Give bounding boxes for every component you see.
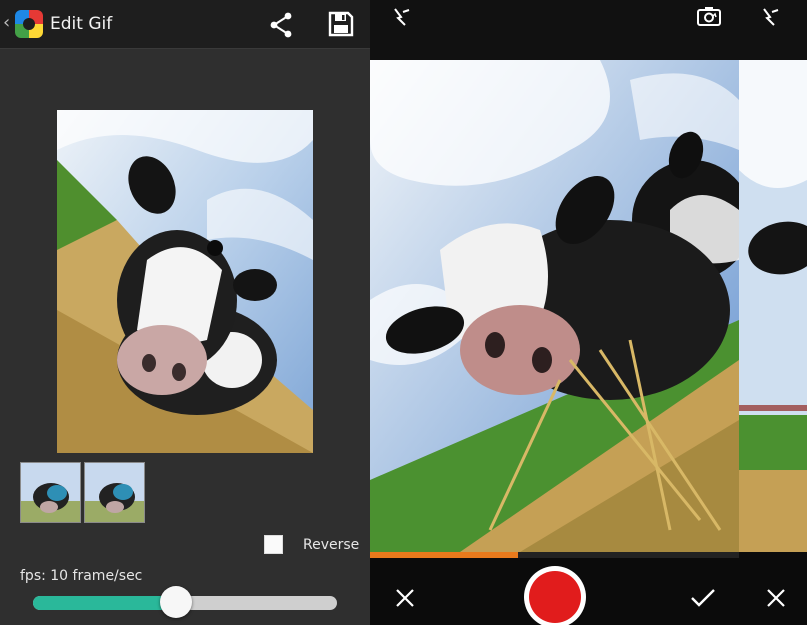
cow-viewfinder-photo xyxy=(370,60,739,552)
switch-camera-button[interactable] xyxy=(696,5,722,31)
camera-top-bar xyxy=(370,0,739,60)
reverse-checkbox[interactable] xyxy=(264,535,283,554)
check-icon xyxy=(691,589,715,607)
page-title: Edit Gif xyxy=(50,14,113,34)
frame-1 xyxy=(21,463,80,522)
close-icon xyxy=(767,589,785,607)
share-icon xyxy=(270,12,292,38)
close-icon xyxy=(396,589,414,607)
gif-preview-image xyxy=(57,110,313,453)
gif-app-icon[interactable] xyxy=(15,10,43,38)
frame-thumbnail[interactable] xyxy=(84,462,145,523)
fps-label: fps: 10 frame/sec xyxy=(20,568,143,584)
fps-slider-thumb[interactable] xyxy=(159,586,192,618)
camera-screen xyxy=(370,0,739,625)
flash-button[interactable] xyxy=(759,6,781,32)
cancel-button[interactable] xyxy=(395,588,415,612)
switch-camera-icon xyxy=(697,7,721,26)
reverse-label: Reverse xyxy=(303,537,360,553)
chevron-left-icon[interactable]: ‹ xyxy=(3,12,10,34)
record-button[interactable] xyxy=(524,566,586,625)
edit-gif-screen: ‹ Edit Gif Reverse fps: 10 frame/sec xyxy=(0,0,370,625)
camera-screen-partial xyxy=(739,0,807,625)
fps-slider-fill xyxy=(33,596,176,610)
frame-thumbnail[interactable] xyxy=(20,462,81,523)
flash-button[interactable] xyxy=(390,6,412,32)
camera-viewfinder xyxy=(739,60,807,552)
camera-viewfinder xyxy=(370,60,739,552)
flash-auto-icon xyxy=(763,8,779,26)
camera-top-bar xyxy=(739,0,807,60)
cow-photo xyxy=(57,110,313,453)
share-button[interactable] xyxy=(268,11,296,39)
action-bar: ‹ Edit Gif xyxy=(0,0,370,49)
cow-viewfinder-photo xyxy=(739,60,807,552)
save-button[interactable] xyxy=(327,10,355,38)
confirm-button[interactable] xyxy=(690,588,716,612)
save-floppy-icon xyxy=(328,11,354,37)
cancel-button[interactable] xyxy=(766,588,786,612)
flash-auto-icon xyxy=(394,8,410,26)
frame-2 xyxy=(85,463,144,522)
